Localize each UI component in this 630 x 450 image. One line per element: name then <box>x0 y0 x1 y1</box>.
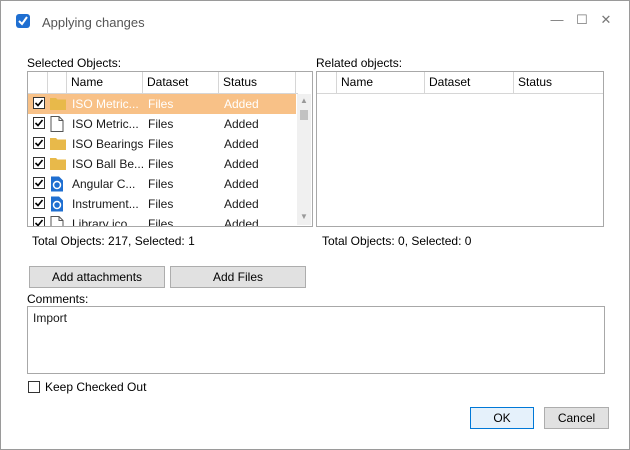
row-checkbox[interactable] <box>33 217 45 226</box>
folder-icon <box>50 96 66 112</box>
header-dataset[interactable]: Dataset <box>143 72 219 93</box>
header-name[interactable]: Name <box>67 72 143 93</box>
table-row[interactable]: Library ico... Files Added <box>28 214 296 227</box>
header-dataset[interactable]: Dataset <box>425 72 514 93</box>
close-button[interactable]: ✕ <box>597 11 615 29</box>
comments-textarea[interactable]: Import <box>27 306 605 374</box>
part-file-icon <box>50 196 66 212</box>
cell-dataset: Files <box>148 137 174 151</box>
cell-dataset: Files <box>148 97 174 111</box>
header-icon-column <box>48 72 67 93</box>
maximize-button[interactable]: ☐ <box>573 11 591 29</box>
header-status[interactable]: Status <box>219 72 296 93</box>
cell-name: ISO Bearings <box>72 137 144 151</box>
scroll-up-icon[interactable]: ▲ <box>300 96 308 105</box>
row-checkbox[interactable] <box>33 177 45 189</box>
cell-dataset: Files <box>148 217 174 227</box>
table-row[interactable]: Instrument... Files Added <box>28 194 296 214</box>
table-row[interactable]: ISO Metric... Files Added <box>28 94 296 114</box>
comments-label: Comments: <box>27 292 89 306</box>
cell-name: Library ico... <box>72 217 138 227</box>
header-status[interactable]: Status <box>514 72 603 93</box>
cell-name: Angular C... <box>72 177 136 191</box>
related-total: Total Objects: 0, Selected: 0 <box>322 234 472 248</box>
window-title: Applying changes <box>42 15 145 30</box>
row-checkbox[interactable] <box>33 117 45 129</box>
selected-grid-scrollbar[interactable]: ▲ ▼ <box>297 94 311 225</box>
keep-checked-out-label: Keep Checked Out <box>45 380 147 394</box>
related-grid-header: Name Dataset Status <box>317 72 603 94</box>
cell-name: ISO Metric... <box>72 97 139 111</box>
table-row[interactable]: ISO Metric... Files Added <box>28 114 296 134</box>
folder-icon <box>50 136 66 152</box>
document-icon <box>50 216 66 226</box>
header-name[interactable]: Name <box>337 72 425 93</box>
table-row[interactable]: ISO Ball Be... Files Added <box>28 154 296 174</box>
cell-name: ISO Ball Be... <box>72 157 144 171</box>
table-row[interactable]: ISO Bearings Files Added <box>28 134 296 154</box>
title-bar: Applying changes — ☐ ✕ <box>1 1 629 33</box>
cell-status: Added <box>224 117 259 131</box>
ok-button[interactable]: OK <box>470 407 534 429</box>
selected-total: Total Objects: 217, Selected: 1 <box>32 234 195 248</box>
selected-objects-label: Selected Objects: <box>27 56 122 70</box>
related-objects-label: Related objects: <box>316 56 403 70</box>
scroll-thumb[interactable] <box>300 110 308 120</box>
document-icon <box>50 116 66 132</box>
app-logo-icon <box>16 14 30 28</box>
row-checkbox[interactable] <box>33 197 45 209</box>
cell-status: Added <box>224 137 259 151</box>
add-attachments-button[interactable]: Add attachments <box>29 266 165 288</box>
cell-status: Added <box>224 177 259 191</box>
cell-status: Added <box>224 197 259 211</box>
cell-dataset: Files <box>148 197 174 211</box>
header-check-column <box>317 72 337 93</box>
row-checkbox[interactable] <box>33 97 45 109</box>
applying-changes-dialog: Applying changes — ☐ ✕ Selected Objects:… <box>0 0 630 450</box>
add-files-button[interactable]: Add Files <box>170 266 306 288</box>
row-checkbox[interactable] <box>33 137 45 149</box>
selected-grid-header: Name Dataset Status <box>28 72 298 94</box>
cell-name: ISO Metric... <box>72 117 139 131</box>
cancel-button[interactable]: Cancel <box>544 407 609 429</box>
cell-dataset: Files <box>148 177 174 191</box>
cell-status: Added <box>224 97 259 111</box>
header-check-column <box>28 72 48 93</box>
comments-value: Import <box>33 311 68 325</box>
cell-dataset: Files <box>148 117 174 131</box>
scroll-down-icon[interactable]: ▼ <box>300 212 308 221</box>
cell-name: Instrument... <box>72 197 139 211</box>
minimize-button[interactable]: — <box>548 11 566 29</box>
keep-checked-out-checkbox[interactable] <box>28 381 40 393</box>
cell-status: Added <box>224 157 259 171</box>
table-row[interactable]: Angular C... Files Added <box>28 174 296 194</box>
part-file-icon <box>50 176 66 192</box>
cell-status: Added <box>224 217 259 227</box>
related-objects-grid: Name Dataset Status <box>316 71 604 227</box>
folder-icon <box>50 156 66 172</box>
cell-dataset: Files <box>148 157 174 171</box>
row-checkbox[interactable] <box>33 157 45 169</box>
selected-objects-grid: Name Dataset Status ISO Metric... Files Ad… <box>27 71 313 227</box>
